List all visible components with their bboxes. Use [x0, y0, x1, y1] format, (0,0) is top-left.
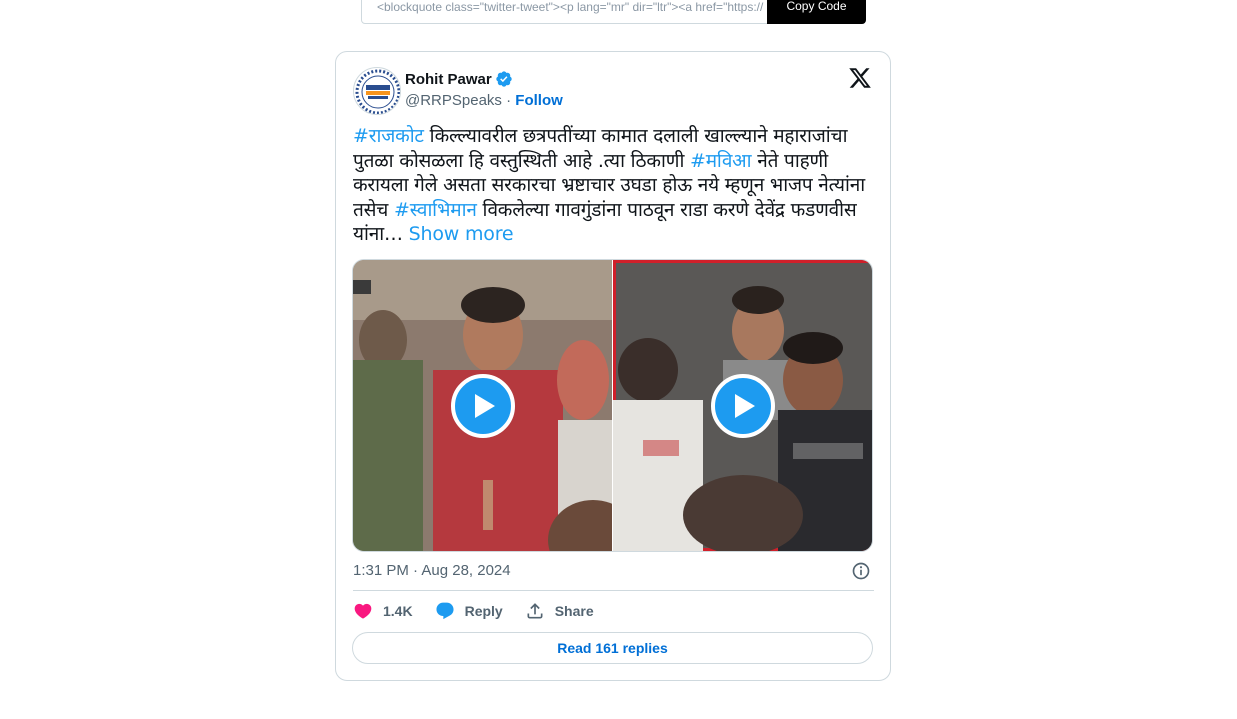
hashtag-link[interactable]: #राजकोट: [353, 125, 424, 147]
author-name-text[interactable]: Rohit Pawar: [405, 71, 492, 88]
share-label: Share: [554, 603, 594, 619]
hashtag-link[interactable]: #मविआ: [690, 150, 752, 172]
share-button[interactable]: Share: [525, 601, 594, 621]
info-icon[interactable]: [851, 561, 871, 581]
reply-button[interactable]: Reply: [435, 601, 503, 621]
author-name[interactable]: Rohit Pawar: [405, 70, 513, 88]
video-thumbnail-1[interactable]: [353, 260, 612, 551]
hashtag-link[interactable]: #स्वाभिमान: [394, 199, 477, 221]
follow-button[interactable]: Follow: [515, 92, 563, 109]
share-icon: [527, 603, 543, 619]
video-thumbnail-2[interactable]: [613, 260, 872, 551]
copy-code-button[interactable]: Copy Code: [767, 0, 866, 24]
read-replies-button[interactable]: Read 161 replies: [352, 632, 873, 664]
timestamp[interactable]: 1:31 PM · Aug 28, 2024: [353, 562, 511, 579]
author-handle[interactable]: @RRPSpeaks: [405, 92, 502, 109]
handle-separator: ·: [501, 92, 516, 109]
like-count: 1.4K: [383, 603, 413, 619]
avatar-logo-icon: [355, 69, 400, 114]
play-icon[interactable]: [450, 373, 515, 438]
like-button[interactable]: 1.4K: [353, 601, 413, 621]
embed-code-bar: <blockquote class="twitter-tweet"><p lan…: [361, 0, 866, 24]
play-icon[interactable]: [710, 373, 775, 438]
author-handle-row: @RRPSpeaks · Follow: [405, 92, 563, 109]
avatar[interactable]: [353, 67, 401, 115]
divider: [353, 590, 874, 591]
reply-icon: [436, 602, 454, 620]
tweet-text: #राजकोट किल्ल्यावरील छत्रपतींच्या कामात …: [353, 124, 875, 247]
verified-badge-icon: [496, 71, 512, 87]
media-grid: [352, 259, 873, 552]
show-more-link[interactable]: Show more: [409, 223, 514, 245]
tweet-card: Rohit Pawar @RRPSpeaks · Follow #राजकोट …: [335, 51, 891, 681]
x-logo-icon[interactable]: [848, 66, 872, 90]
heart-icon: [354, 603, 372, 619]
ellipsis: …: [384, 223, 409, 245]
action-bar: 1.4K Reply Share: [353, 601, 616, 621]
reply-label: Reply: [464, 603, 503, 619]
embed-code-text[interactable]: <blockquote class="twitter-tweet"><p lan…: [377, 0, 767, 14]
